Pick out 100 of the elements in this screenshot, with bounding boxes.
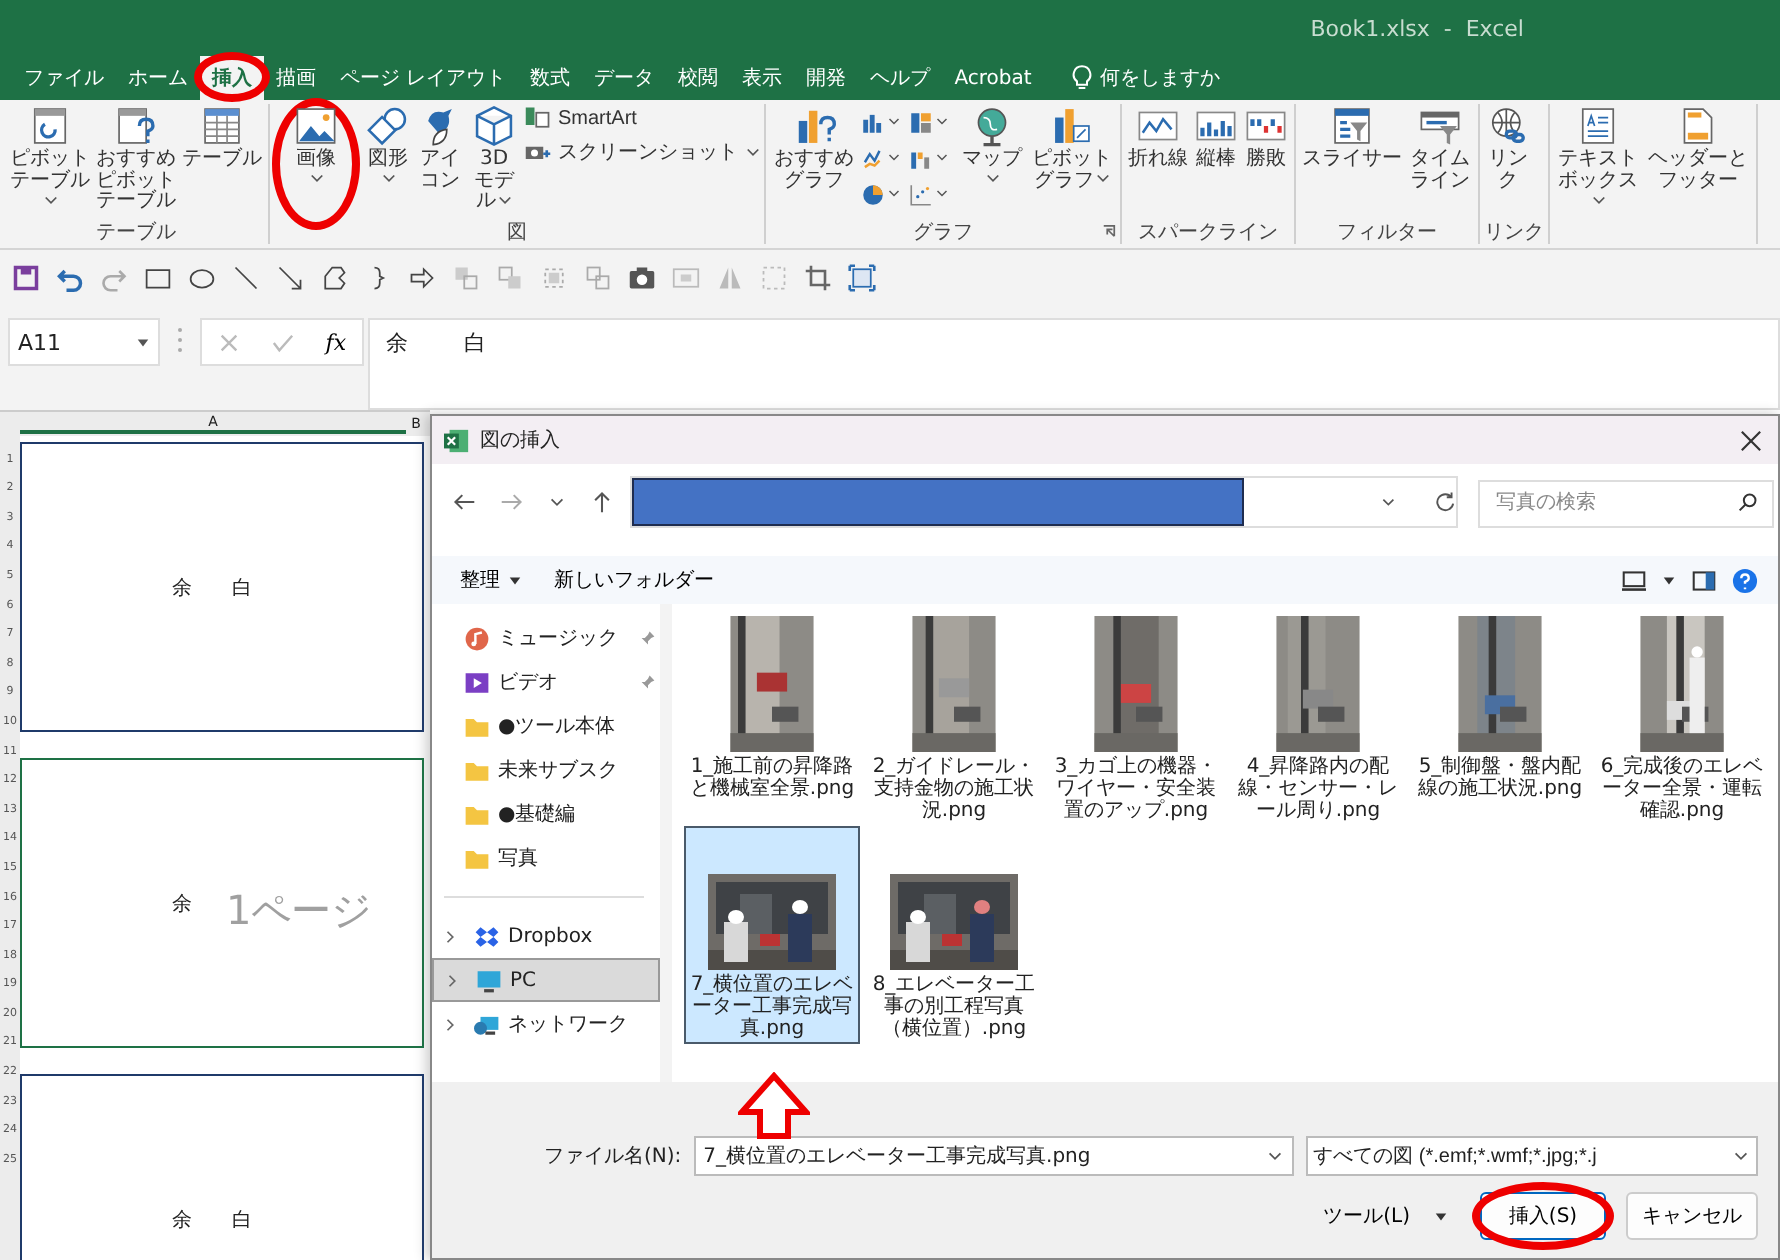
ribbon-button[interactable]: スライサー [1302, 104, 1402, 220]
fit-frame-icon[interactable] [848, 264, 876, 292]
chevron-down-icon[interactable] [1265, 1147, 1284, 1165]
up-arrow-icon[interactable] [590, 490, 614, 514]
preview-pane-icon[interactable] [1692, 569, 1716, 591]
address-bar[interactable] [630, 476, 1458, 528]
ribbon-small-button[interactable]: SmartArt [524, 104, 760, 132]
line-icon[interactable] [232, 264, 260, 292]
crop-icon[interactable] [804, 264, 832, 292]
chevron-down-icon [1732, 1147, 1750, 1165]
checkmark-icon[interactable] [271, 331, 294, 353]
ribbon-button[interactable]: テーブル [182, 104, 262, 220]
chevron-right-icon[interactable] [444, 1017, 458, 1031]
ribbon-button[interactable]: 折れ線 [1128, 104, 1188, 220]
navigation-item[interactable]: 写真 [432, 836, 660, 880]
file-item[interactable]: 6_完成後のエレベーター全景・運転確認.png [1594, 608, 1770, 826]
merged-cell[interactable]: 余 白 [20, 1074, 424, 1260]
file-item[interactable]: 7_横位置のエレベーター工事完成写真.png [684, 826, 860, 1044]
navigation-item[interactable]: ネットワーク [432, 1002, 660, 1046]
back-arrow-icon[interactable] [452, 490, 476, 514]
rectangle-icon[interactable] [144, 264, 172, 292]
ribbon-button[interactable]: ヘッダーとフッター [1646, 104, 1750, 220]
undo-icon[interactable] [56, 264, 84, 292]
tools-menu[interactable]: ツール(L) [1311, 1200, 1460, 1232]
new-folder-button[interactable]: 新しいフォルダー [546, 566, 722, 594]
file-item[interactable]: 2_ガイドレール・支持金物の施工状況.png [866, 608, 1042, 826]
ribbon-button[interactable]: おすすめピボットテーブル [96, 104, 176, 220]
ribbon-button[interactable]: 図形 [364, 104, 412, 220]
tell-me-search[interactable]: 何をしますか [1099, 64, 1220, 92]
ribbon-tab[interactable]: ヘルプ [858, 56, 943, 100]
ribbon-tab[interactable]: 描画 [264, 56, 328, 100]
chevron-down-icon[interactable] [1380, 493, 1398, 511]
refresh-icon[interactable] [1433, 490, 1456, 514]
ribbon-small-button[interactable]: スクリーンショット [524, 138, 760, 166]
view-icon[interactable] [1622, 569, 1646, 591]
navigation-item[interactable]: Dropbox [432, 914, 660, 958]
dropbox-icon [474, 923, 500, 949]
search-field[interactable]: 写真の検索 [1478, 479, 1774, 527]
ribbon-tab[interactable]: データ [582, 56, 667, 100]
ribbon-button[interactable]: 画像 [292, 104, 340, 220]
file-item[interactable]: 3_カゴ上の機器・ワイヤー・安全装置のアップ.png [1048, 608, 1224, 826]
pin-icon[interactable] [640, 674, 656, 690]
dialog-launcher-icon[interactable] [1102, 224, 1116, 238]
ribbon-button[interactable]: ピボットテーブル [10, 104, 90, 220]
cancel-button[interactable]: キャンセル [1626, 1192, 1758, 1240]
ribbon-tab[interactable]: 校閲 [666, 56, 731, 100]
caret-icon [936, 116, 948, 128]
navigation-item[interactable]: ●ツール本体 [432, 704, 660, 748]
close-icon[interactable] [1740, 429, 1762, 451]
file-item[interactable]: 8_エレベーター工事の別工程写真（横位置）.png [866, 826, 1042, 1044]
ribbon-tab[interactable]: 表示 [730, 56, 795, 100]
pin-icon[interactable] [640, 630, 656, 646]
ribbon-tab[interactable]: 開発 [794, 56, 859, 100]
file-type-dropdown[interactable]: すべての図 (*.emf;*.wmf;*.jpg;*.j [1305, 1136, 1758, 1176]
arrow-icon[interactable] [276, 264, 304, 292]
freeform-icon[interactable] [320, 264, 348, 292]
ribbon-button[interactable]: 勝敗 [1244, 104, 1288, 220]
group-label: テーブル [96, 219, 176, 246]
ellipse-icon[interactable] [188, 264, 216, 292]
navigation-item[interactable]: 未来サブスク [432, 748, 660, 792]
ribbon-button[interactable]: アイコン [418, 104, 462, 220]
ribbon-tab[interactable]: ページ レイアウト [328, 56, 519, 100]
chevron-right-icon[interactable] [446, 973, 460, 987]
ribbon-button[interactable]: マップ [960, 104, 1024, 220]
file-name-field[interactable]: 7_横位置のエレベーター工事完成写真.png [693, 1136, 1294, 1176]
save-icon[interactable] [12, 264, 40, 292]
chevron-right-icon[interactable] [444, 929, 458, 943]
block-arrow-icon[interactable] [408, 264, 436, 292]
ribbon-button[interactable]: リンク [1486, 104, 1530, 220]
organize-menu[interactable]: 整理 [452, 566, 530, 594]
ribbon-button[interactable]: 縦棒 [1194, 104, 1238, 220]
ribbon-tab[interactable]: ファイル [12, 56, 116, 100]
caret-icon [136, 335, 150, 349]
navigation-item[interactable]: PC [432, 958, 660, 1002]
ribbon-button[interactable]: タイムライン [1408, 104, 1472, 220]
hierarchy-chart-icon [908, 109, 934, 135]
merged-cell[interactable]: 余 白 [20, 442, 424, 732]
navigation-item[interactable]: ビデオ [432, 660, 660, 704]
formula-field[interactable]: 余 白 [368, 318, 1780, 410]
grip-icon [176, 326, 184, 354]
file-item[interactable]: 4_昇降路内の配線・センサー・レール周り.png [1230, 608, 1406, 826]
ribbon-tab[interactable]: 数式 [518, 56, 583, 100]
file-item[interactable]: 1_施工前の昇降路と機械室全景.png [684, 608, 860, 826]
camera-icon[interactable] [628, 264, 656, 292]
insert-function-button[interactable]: fx [325, 329, 347, 355]
annotation-arrow [738, 1072, 810, 1140]
ribbon-button[interactable]: テキストボックス [1556, 104, 1640, 220]
caret-icon[interactable] [1662, 573, 1676, 587]
file-item[interactable]: 5_制御盤・盤内配線の施工状況.png [1412, 608, 1588, 826]
ribbon-tab[interactable]: ホーム [116, 56, 200, 100]
navigation-item[interactable]: ●基礎編 [432, 792, 660, 836]
ribbon-button[interactable]: 3D モデル [468, 104, 520, 220]
name-box[interactable]: A11 [8, 318, 160, 366]
caret-icon [936, 152, 948, 164]
help-icon[interactable] [1732, 567, 1758, 593]
navigation-item[interactable]: ミュージック [432, 616, 660, 660]
chevron-down-icon[interactable] [548, 493, 566, 511]
ribbon-button[interactable]: おすすめグラフ [772, 104, 856, 220]
ribbon-tab[interactable]: Acrobat [942, 56, 1044, 100]
ribbon-button[interactable]: ピボットグラフ [1030, 104, 1114, 220]
